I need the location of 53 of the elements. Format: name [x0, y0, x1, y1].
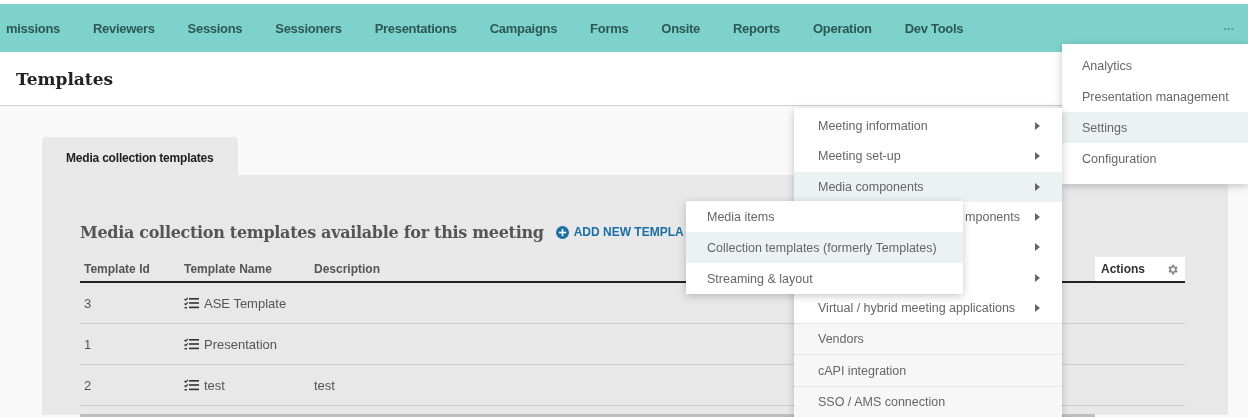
menu-item[interactable]: Meeting set-up	[794, 141, 1062, 172]
menu-item[interactable]: cAPI integration	[794, 354, 1062, 386]
menu-item[interactable]: Streaming & layout	[686, 263, 963, 294]
page-title: Templates	[16, 68, 114, 89]
menu-item[interactable]: Analytics	[1062, 50, 1248, 81]
nav-link[interactable]: Presentations	[374, 20, 457, 36]
table-cell[interactable]: Presentation	[204, 336, 277, 352]
menu-item[interactable]: Configuration	[1062, 143, 1248, 174]
menu-item[interactable]: Meeting information	[794, 111, 1062, 142]
nav-link[interactable]: Forms	[590, 20, 629, 36]
nav-link[interactable]: Reviewers	[92, 20, 155, 36]
nav-link[interactable]: Campaigns	[489, 20, 558, 36]
plus-circle-icon	[555, 225, 569, 239]
menu-item[interactable]: Media components	[794, 171, 1062, 202]
menu-item[interactable]: Vendors	[794, 323, 1062, 355]
menu-item[interactable]: Presentation management	[1062, 81, 1248, 112]
nav-link[interactable]: Operation	[813, 20, 872, 36]
nav-link[interactable]: Reports	[733, 20, 781, 36]
nav-link[interactable]: Sessions	[187, 20, 243, 36]
tab[interactable]: Media collection templates	[42, 137, 238, 175]
table-cell[interactable]: test	[204, 377, 225, 393]
caret-right-icon	[1035, 243, 1040, 252]
caret-right-icon	[1035, 152, 1040, 161]
table-cell: test	[314, 377, 335, 393]
menu-item[interactable]: Collection templates (formerly Templates)	[686, 232, 963, 263]
table-cell-text: 2	[83, 377, 93, 393]
menu-item[interactable]: SSO / AMS connection	[794, 385, 1062, 417]
column-header: Template Name	[184, 262, 272, 276]
column-header: Actions	[1101, 262, 1145, 276]
nav-link[interactable]: Dev Tools	[904, 20, 964, 36]
caret-right-icon	[1035, 303, 1040, 312]
caret-right-icon	[1035, 122, 1040, 131]
caret-right-icon	[1035, 182, 1040, 191]
gear-icon	[1166, 262, 1179, 276]
checklist-icon	[184, 379, 199, 391]
add-new-template-link[interactable]: ADD NEW TEMPLA	[555, 225, 684, 239]
table-cell-text: 1	[83, 336, 93, 352]
menu-item[interactable]: mponents	[965, 210, 1020, 225]
nav-link[interactable]: Onsite	[661, 20, 700, 36]
menu-item[interactable]: Virtual / hybrid meeting applications	[794, 292, 1062, 324]
section-title: Media collection templates available for this meeting	[80, 222, 544, 242]
column-header: Template Id	[84, 262, 150, 276]
nav-link[interactable]: missions	[6, 20, 60, 36]
table-cell[interactable]: ASE Template	[204, 295, 287, 311]
nav-link[interactable]: Sessioners	[275, 20, 342, 36]
table-cell-text: 3	[83, 295, 93, 311]
checklist-icon	[184, 338, 199, 350]
caret-right-icon	[1035, 213, 1040, 222]
checklist-icon	[184, 297, 199, 309]
menu-item[interactable]: Settings	[1062, 112, 1248, 143]
column-header: Description	[314, 262, 380, 276]
menu-item[interactable]: Media items	[686, 201, 963, 232]
caret-right-icon	[1035, 273, 1040, 282]
